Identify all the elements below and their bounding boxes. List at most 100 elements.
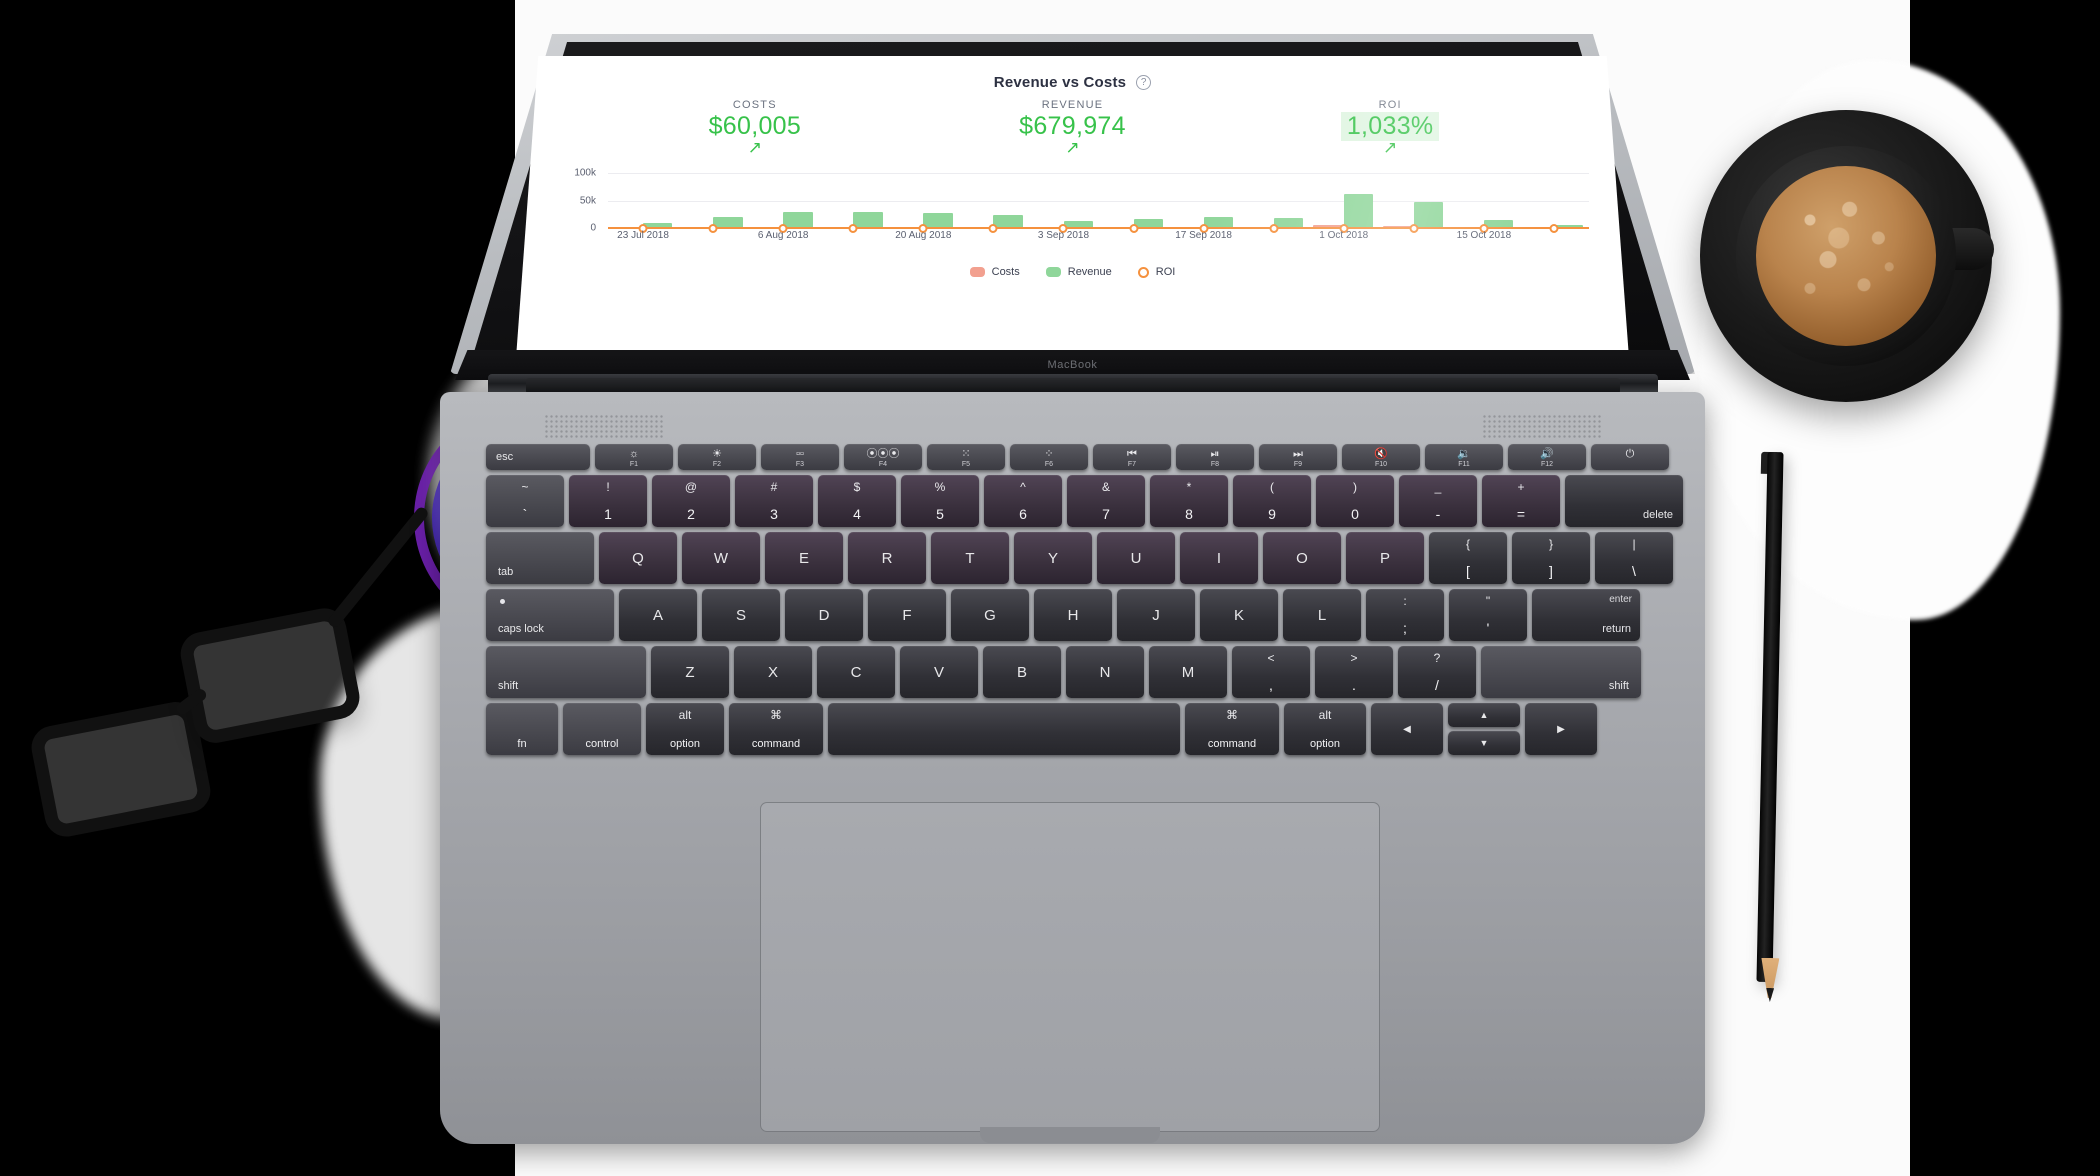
key-v[interactable]: V bbox=[900, 646, 978, 698]
key-d[interactable]: D bbox=[785, 589, 863, 641]
key-i[interactable]: I bbox=[1180, 532, 1258, 584]
key-8[interactable]: * 8 bbox=[1150, 475, 1228, 527]
key-=[interactable]: + = bbox=[1482, 475, 1560, 527]
key-return[interactable]: enter return bbox=[1532, 589, 1640, 641]
key-4[interactable]: $4 bbox=[818, 475, 896, 527]
key-0[interactable]: ) 0 bbox=[1316, 475, 1394, 527]
key-space[interactable] bbox=[828, 703, 1180, 755]
key-e[interactable]: E bbox=[765, 532, 843, 584]
key-b[interactable]: B bbox=[983, 646, 1061, 698]
key-semicolon[interactable]: :; bbox=[1366, 589, 1444, 641]
key-tab[interactable]: tab bbox=[486, 532, 594, 584]
key-option[interactable]: alt option bbox=[646, 703, 724, 755]
key-6[interactable]: ^ 6 bbox=[984, 475, 1062, 527]
key-command-right[interactable]: ⌘ command bbox=[1185, 703, 1279, 755]
key-2[interactable]: @2 bbox=[652, 475, 730, 527]
key-quote[interactable]: " ' bbox=[1449, 589, 1527, 641]
key-j[interactable]: J bbox=[1117, 589, 1195, 641]
key-][interactable]: }] bbox=[1512, 532, 1590, 584]
chart-bar-group[interactable] bbox=[1379, 168, 1449, 228]
key-5[interactable]: % 5 bbox=[901, 475, 979, 527]
key-\[interactable]: | \ bbox=[1595, 532, 1673, 584]
key-s[interactable]: S bbox=[702, 589, 780, 641]
key-delete[interactable]: delete bbox=[1565, 475, 1683, 527]
key-1[interactable]: ! 1 bbox=[569, 475, 647, 527]
chart-bar-group[interactable] bbox=[748, 168, 818, 228]
key-g[interactable]: G bbox=[951, 589, 1029, 641]
key-y[interactable]: Y bbox=[1014, 532, 1092, 584]
key-f[interactable]: F bbox=[868, 589, 946, 641]
key-fn[interactable]: fn bbox=[486, 703, 558, 755]
key-`[interactable]: ~ ` bbox=[486, 475, 564, 527]
key-t[interactable]: T bbox=[931, 532, 1009, 584]
key-shift-left[interactable]: shift bbox=[486, 646, 646, 698]
key-z[interactable]: Z bbox=[651, 646, 729, 698]
chart-bar-group[interactable] bbox=[818, 168, 888, 228]
key-option-right[interactable]: alt option bbox=[1284, 703, 1366, 755]
key-a[interactable]: A bbox=[619, 589, 697, 641]
key-r[interactable]: R bbox=[848, 532, 926, 584]
key-[[interactable]: {[ bbox=[1429, 532, 1507, 584]
key-F9[interactable]: ⏭ F9 bbox=[1259, 444, 1337, 470]
key-w[interactable]: W bbox=[682, 532, 760, 584]
key-F6[interactable]: ⁘ F6 bbox=[1010, 444, 1088, 470]
chart-bar-group[interactable] bbox=[1028, 168, 1098, 228]
key-comma[interactable]: <, bbox=[1232, 646, 1310, 698]
key-p[interactable]: P bbox=[1346, 532, 1424, 584]
chart-bar-group[interactable] bbox=[958, 168, 1028, 228]
key-F1[interactable]: ☼ F1 bbox=[595, 444, 673, 470]
legend-item-revenue[interactable]: Revenue bbox=[1045, 266, 1112, 278]
key-period[interactable]: >. bbox=[1315, 646, 1393, 698]
key-F12[interactable]: 🔊 F12 bbox=[1508, 444, 1586, 470]
key-control[interactable]: control bbox=[563, 703, 641, 755]
key-arrow-left[interactable]: ◀ bbox=[1371, 703, 1443, 755]
key-F11[interactable]: 🔉 F11 bbox=[1425, 444, 1503, 470]
chart-bar-group[interactable] bbox=[1099, 168, 1169, 228]
key-c[interactable]: C bbox=[817, 646, 895, 698]
key-F8[interactable]: ⏯ F8 bbox=[1176, 444, 1254, 470]
key-l[interactable]: L bbox=[1283, 589, 1361, 641]
key-command[interactable]: ⌘ command bbox=[729, 703, 823, 755]
key-arrow-up[interactable]: ▲ bbox=[1448, 703, 1520, 727]
key-n[interactable]: N bbox=[1066, 646, 1144, 698]
x-tick-label: 23 Jul 2018 bbox=[617, 230, 669, 241]
key-F3[interactable]: ▫▫ F3 bbox=[761, 444, 839, 470]
chart-bar-group[interactable] bbox=[678, 168, 748, 228]
chart-bar-group[interactable] bbox=[1449, 168, 1519, 228]
trackpad[interactable] bbox=[760, 802, 1380, 1132]
chart-bar-group[interactable] bbox=[888, 168, 958, 228]
legend-item-costs[interactable]: Costs bbox=[969, 266, 1020, 278]
key-o[interactable]: O bbox=[1263, 532, 1341, 584]
chart-bar-group[interactable] bbox=[608, 168, 678, 228]
key-arrow-right[interactable]: ▶ bbox=[1525, 703, 1597, 755]
key-caps-lock[interactable]: caps lock bbox=[486, 589, 614, 641]
key-x[interactable]: X bbox=[734, 646, 812, 698]
key-power[interactable]: ⏻ bbox=[1591, 444, 1669, 470]
key-F10[interactable]: 🔇 F10 bbox=[1342, 444, 1420, 470]
chart-bar-group[interactable] bbox=[1309, 168, 1379, 228]
key-glyph-top: ? bbox=[1433, 651, 1441, 665]
question-mark-circle-icon[interactable]: ? bbox=[1136, 75, 1152, 90]
key-q[interactable]: Q bbox=[599, 532, 677, 584]
key-F5[interactable]: ⁙ F5 bbox=[927, 444, 1005, 470]
legend-item-roi[interactable]: ROI bbox=[1137, 266, 1175, 278]
key-F7[interactable]: ⏮ F7 bbox=[1093, 444, 1171, 470]
key-esc[interactable]: esc bbox=[486, 444, 590, 470]
key-h[interactable]: H bbox=[1034, 589, 1112, 641]
chart-bar-group[interactable] bbox=[1519, 168, 1589, 228]
key-glyph-top: > bbox=[1350, 651, 1358, 665]
key-F4[interactable]: ⦿⦿⦿ F4 bbox=[844, 444, 922, 470]
key-7[interactable]: & 7 bbox=[1067, 475, 1145, 527]
key-m[interactable]: M bbox=[1149, 646, 1227, 698]
key-slash[interactable]: ? / bbox=[1398, 646, 1476, 698]
chart-bar-group[interactable] bbox=[1169, 168, 1239, 228]
key-arrow-down[interactable]: ▼ bbox=[1448, 731, 1520, 755]
key-F2[interactable]: ☀ F2 bbox=[678, 444, 756, 470]
key-u[interactable]: U bbox=[1097, 532, 1175, 584]
key-k[interactable]: K bbox=[1200, 589, 1278, 641]
chart-bar-group[interactable] bbox=[1239, 168, 1309, 228]
key-shift-right[interactable]: shift bbox=[1481, 646, 1641, 698]
key--[interactable]: _ - bbox=[1399, 475, 1477, 527]
key-9[interactable]: (9 bbox=[1233, 475, 1311, 527]
key-3[interactable]: #3 bbox=[735, 475, 813, 527]
